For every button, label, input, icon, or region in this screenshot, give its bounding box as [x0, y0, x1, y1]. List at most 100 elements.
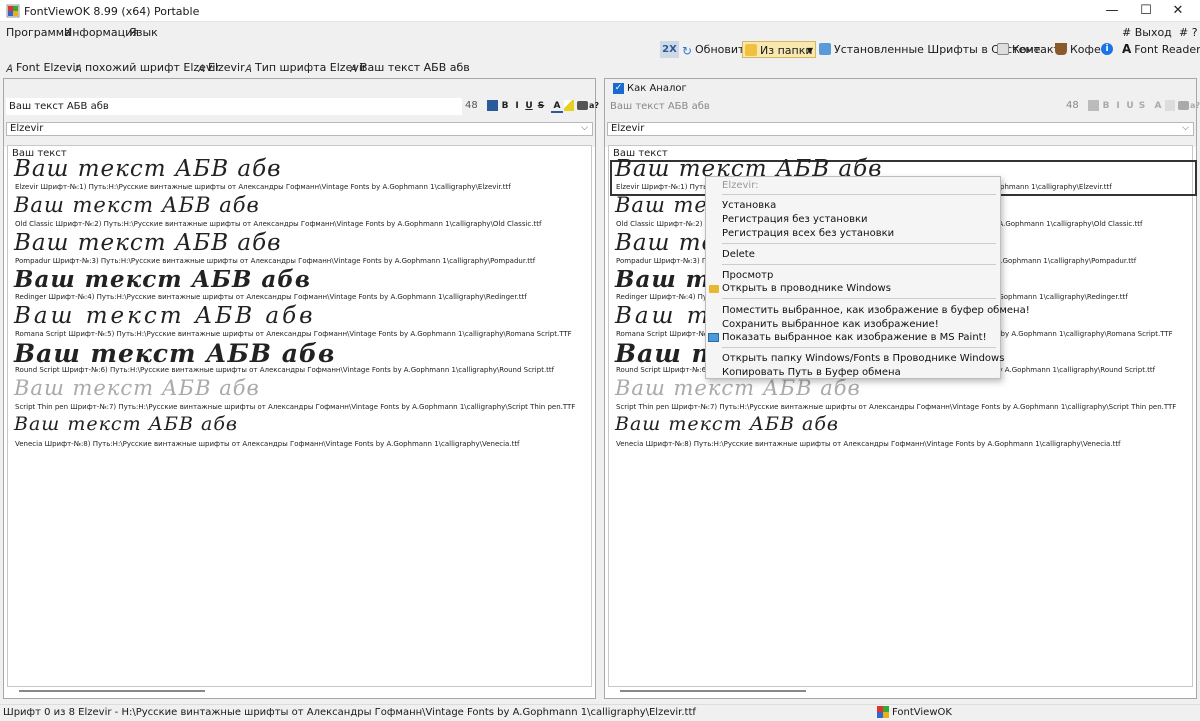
coffee-cup-icon: [1055, 43, 1067, 55]
horizontal-scrollbar[interactable]: [19, 690, 205, 692]
font-install-icon: [819, 43, 831, 55]
font-sample: Ваш текст АБВ абв: [14, 193, 260, 217]
font-link-icon: 𝐴: [197, 64, 205, 75]
ctx-show-paint[interactable]: Показать выбранное как изображение в MS …: [722, 332, 987, 343]
highlight-icon[interactable]: [1165, 100, 1175, 111]
left-size-field[interactable]: 48: [465, 100, 478, 111]
charmap-button[interactable]: a?: [1189, 101, 1200, 110]
underline-button[interactable]: U: [523, 101, 535, 111]
ctx-header: Elzevir:: [722, 180, 759, 191]
coffee-button[interactable]: Кофе: [1055, 41, 1101, 58]
from-folder-button[interactable]: Из папки ▼: [742, 41, 816, 58]
right-font-select[interactable]: Elzevir ⌵: [607, 122, 1194, 136]
bold-button[interactable]: B: [499, 101, 511, 111]
edit-icon: [997, 43, 1009, 55]
zoom-2x-button[interactable]: 2X: [660, 41, 679, 58]
pen-icon[interactable]: [487, 100, 498, 111]
italic-button[interactable]: I: [511, 101, 523, 111]
as-analog-label: Как Аналог: [627, 83, 687, 94]
ctx-register-all[interactable]: Регистрация всех без установки: [722, 228, 894, 239]
font-reader-label: Font Reader: [1134, 43, 1200, 56]
ctx-open-explorer[interactable]: Открыть в проводнике Windows: [722, 283, 891, 294]
menu-bar: [0, 22, 1200, 42]
chevron-down-icon[interactable]: ▼: [807, 42, 813, 59]
font-link-icon: 𝐴: [74, 64, 82, 75]
crumb-text[interactable]: 𝐴 Ваш текст АБВ абв: [348, 61, 470, 75]
horizontal-scrollbar[interactable]: [620, 690, 806, 692]
left-text-input[interactable]: Ваш текст АБВ абв: [6, 98, 462, 115]
right-text-input[interactable]: Ваш текст АБВ абв: [607, 98, 1063, 115]
font-path: Pompadur Шрифт-№:3) Путь:H:\Русские винт…: [15, 257, 536, 265]
font-entry[interactable]: Ваш текст АБВ абв Script Thin pen Шрифт-№…: [12, 376, 602, 417]
ctx-install[interactable]: Установка: [722, 200, 776, 211]
left-panel: Ваш текст АБВ абв 48 B I U S A a? Elzevi…: [3, 78, 599, 699]
bold-button[interactable]: B: [1100, 101, 1112, 111]
font-sample: Ваш текст АБВ абв: [14, 413, 238, 435]
help-link[interactable]: # ?: [1179, 26, 1198, 39]
printer-icon[interactable]: [577, 101, 588, 110]
menu-language[interactable]: Язык: [129, 26, 158, 39]
italic-button[interactable]: I: [1112, 101, 1124, 111]
strike-button[interactable]: S: [1136, 101, 1148, 111]
font-entry[interactable]: Ваш текст АБВ абвRound Script Шрифт-№:6)…: [12, 339, 602, 380]
menu-program[interactable]: Программа: [6, 26, 71, 39]
ctx-separator: [722, 243, 996, 244]
font-path: Romana Script Шрифт-№:5) Путь:H:\Русские…: [15, 330, 572, 338]
contact-button[interactable]: Контакт: [997, 41, 1060, 58]
ctx-separator: [722, 298, 996, 299]
status-app-name: FontViewOK: [892, 707, 952, 718]
font-color-button[interactable]: A: [1152, 101, 1164, 111]
crumb-font[interactable]: 𝐴 Font Elzevir: [4, 61, 80, 75]
printer-icon[interactable]: [1178, 101, 1189, 110]
ctx-copy-path[interactable]: Копировать Путь в Буфер обмена: [722, 367, 901, 378]
charmap-button[interactable]: a?: [588, 101, 600, 110]
ctx-save-image[interactable]: Сохранить выбранное как изображение!: [722, 319, 939, 330]
folder-star-icon: [745, 44, 757, 56]
exit-link[interactable]: # Выход: [1122, 26, 1172, 39]
pen-icon[interactable]: [1088, 100, 1099, 111]
right-size-field[interactable]: 48: [1066, 100, 1079, 111]
font-entry[interactable]: Ваш текст АБВ абвRedinger Шрифт-№:4) Пут…: [12, 266, 602, 307]
font-path: Round Script Шрифт-№:6) Путь:H:\Русские …: [15, 366, 555, 374]
contact-label: Контакт: [1012, 43, 1060, 56]
font-entry[interactable]: Ваш текст АБВ абв Old Classic Шрифт-№:2) …: [12, 193, 602, 234]
status-text: Шрифт 0 из 8 Elzevir - H:\Русские винтаж…: [3, 707, 696, 718]
ctx-open-fonts-folder[interactable]: Открыть папку Windows/Fonts в Проводнике…: [722, 353, 1004, 364]
ctx-view[interactable]: Просмотр: [722, 270, 773, 281]
menu-info[interactable]: Информация: [64, 26, 139, 39]
font-color-button[interactable]: A: [551, 101, 563, 113]
font-link-icon: 𝐴: [5, 64, 13, 75]
coffee-label: Кофе: [1070, 43, 1101, 56]
highlight-icon[interactable]: [564, 100, 574, 111]
app-logo-icon: [877, 706, 889, 718]
context-menu: Elzevir: Установка Регистрация без устан…: [705, 176, 1030, 379]
strike-button[interactable]: S: [535, 101, 547, 111]
crumb-elzevir[interactable]: 𝐴 Elzevir: [196, 61, 245, 75]
paint-icon: [708, 333, 719, 342]
font-entry[interactable]: Ваш текст АБВ абв Venecia Шрифт-№:8) Путь…: [12, 413, 602, 454]
font-sample: Ваш текст АБВ абв: [14, 156, 282, 182]
font-sample: Ваш текст АБВ абв: [615, 413, 839, 435]
close-button[interactable]: ✕: [1156, 0, 1200, 22]
as-analog-checkbox[interactable]: ✓: [613, 83, 624, 94]
ctx-separator: [722, 194, 996, 195]
from-folder-label: Из папки: [760, 44, 813, 57]
font-path: Venecia Шрифт-№:8) Путь:H:\Русские винта…: [15, 440, 520, 448]
font-reader-button[interactable]: A Font Reader: [1122, 41, 1200, 58]
info-button[interactable]: i: [1101, 43, 1113, 55]
left-preview: Ваш текст Ваш текст АБВ абв Elzevir Шрифт…: [7, 145, 592, 687]
font-entry[interactable]: Ваш текст АБВ абв Script Thin pen Шрифт-№…: [613, 376, 1200, 417]
ctx-delete[interactable]: Delete: [722, 249, 755, 260]
font-path: Old Classic Шрифт-№:2) Путь:H:\Русские в…: [15, 220, 542, 228]
font-entry[interactable]: Ваш текст АБВ абв Venecia Шрифт-№:8) Путь…: [613, 413, 1200, 454]
ctx-register[interactable]: Регистрация без установки: [722, 214, 868, 225]
underline-button[interactable]: U: [1124, 101, 1136, 111]
refresh-button[interactable]: ↻ Обновить: [682, 41, 751, 58]
font-sample: Ваш текст АБВ абв: [14, 230, 282, 256]
font-link-icon: 𝐴: [349, 64, 357, 75]
ctx-copy-image[interactable]: Поместить выбранное, как изображение в б…: [722, 305, 1030, 316]
font-entry[interactable]: Ваш текст АБВ абвElzevir Шрифт-№:1) Путь…: [12, 156, 602, 197]
refresh-icon: ↻: [682, 44, 693, 58]
font-sample: Ваш текст АБВ абв: [615, 376, 861, 400]
left-font-select[interactable]: Elzevir ⌵: [6, 122, 593, 136]
